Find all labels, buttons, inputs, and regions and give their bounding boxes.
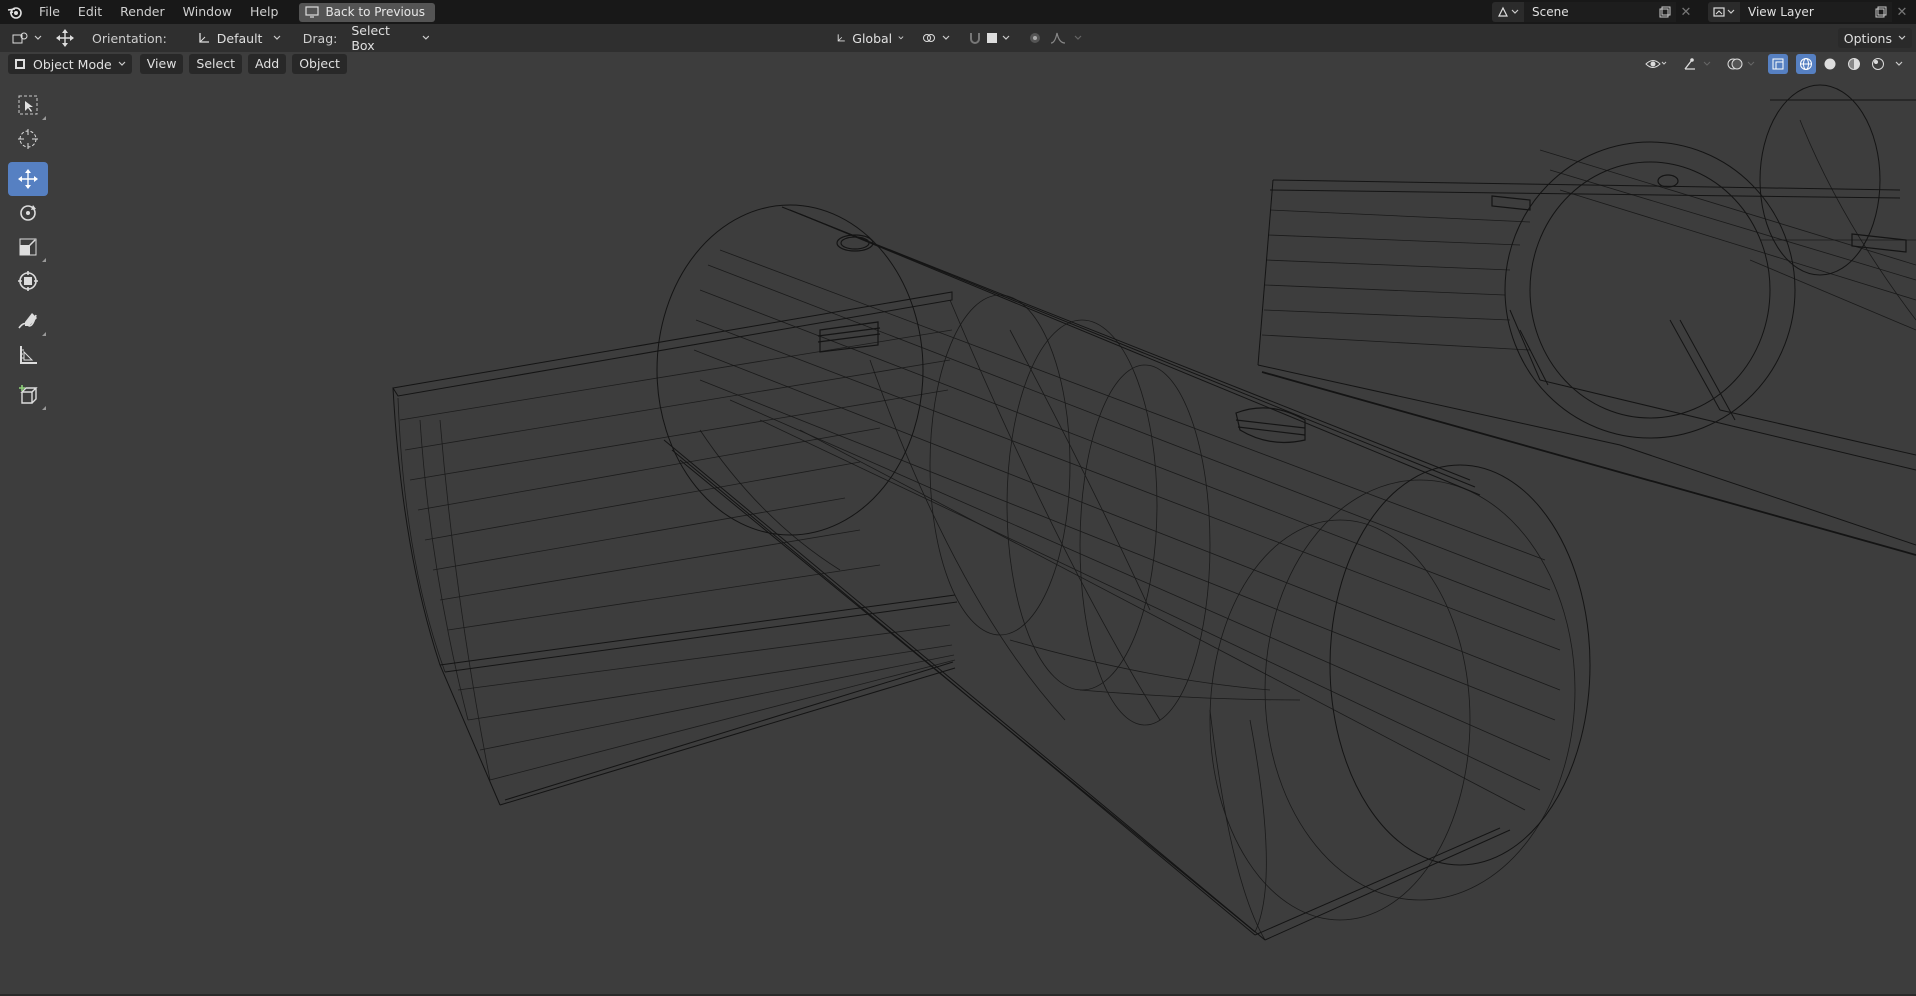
pivot-point-dropdown[interactable] bbox=[916, 28, 956, 48]
drag-label: Drag: bbox=[302, 30, 338, 46]
new-scene-icon[interactable] bbox=[1654, 2, 1676, 22]
rendered-shading-icon[interactable] bbox=[1868, 54, 1888, 74]
global-axes-icon bbox=[837, 34, 845, 42]
scale-tool-icon[interactable] bbox=[8, 230, 48, 264]
view-menu[interactable]: View bbox=[139, 54, 184, 74]
back-to-previous-label: Back to Previous bbox=[325, 5, 425, 19]
chevron-down-icon bbox=[1898, 35, 1906, 40]
gizmo-toggle-icon[interactable] bbox=[1680, 54, 1714, 74]
proportional-edit-icon bbox=[1030, 33, 1040, 43]
scene-selector[interactable]: Scene ✕ bbox=[1492, 2, 1696, 22]
viewport-editor-icon bbox=[12, 32, 28, 44]
axes-icon bbox=[199, 33, 209, 43]
wireframe-shading-icon[interactable] bbox=[1796, 54, 1816, 74]
transform-tool-icon[interactable] bbox=[48, 28, 82, 48]
transform-tool-icon[interactable] bbox=[8, 264, 48, 298]
move-tool-icon[interactable] bbox=[8, 162, 48, 196]
add-cube-tool-icon[interactable] bbox=[8, 378, 48, 412]
object-mode-dropdown[interactable]: Object Mode bbox=[8, 54, 132, 74]
proportional-editing-toggle[interactable] bbox=[1022, 28, 1088, 48]
chevron-down-icon bbox=[422, 35, 429, 40]
material-preview-icon[interactable] bbox=[1844, 54, 1864, 74]
tool-variants-indicator bbox=[42, 332, 46, 336]
chevron-down-icon bbox=[118, 61, 126, 66]
left-toolbar bbox=[8, 88, 48, 412]
menu-render[interactable]: Render bbox=[111, 0, 174, 24]
measure-tool-icon[interactable] bbox=[8, 338, 48, 372]
chevron-down-icon bbox=[1002, 35, 1010, 40]
chevron-down-icon bbox=[273, 35, 281, 40]
view-layer-selector[interactable]: View Layer ✕ bbox=[1708, 2, 1912, 22]
tool-variants-indicator bbox=[42, 258, 46, 262]
object-mode-label: Object Mode bbox=[33, 56, 112, 72]
transform-orientation-dropdown[interactable]: Global bbox=[830, 28, 910, 48]
scene-name-field[interactable]: Scene bbox=[1524, 2, 1654, 22]
viewport-wireframe[interactable] bbox=[0, 0, 1916, 996]
object-mode-icon bbox=[15, 59, 25, 69]
magnet-icon bbox=[970, 33, 980, 44]
chevron-down-icon bbox=[1074, 35, 1082, 40]
xray-toggle-icon[interactable] bbox=[1768, 54, 1788, 74]
chevron-down-icon bbox=[34, 35, 42, 40]
solid-shading-icon[interactable] bbox=[1820, 54, 1840, 74]
screen-icon bbox=[305, 6, 320, 18]
transform-orientation-value: Global bbox=[852, 30, 893, 46]
drag-value: Select Box bbox=[351, 23, 390, 53]
snap-element-icon bbox=[987, 33, 997, 43]
view-layer-field[interactable]: View Layer bbox=[1740, 2, 1870, 22]
shading-options-chevron-icon[interactable] bbox=[1892, 54, 1906, 74]
snap-toggle[interactable] bbox=[962, 28, 1016, 48]
tool-variants-indicator bbox=[42, 116, 46, 120]
orientation-label: Orientation: bbox=[92, 30, 167, 46]
view-layer-icon[interactable] bbox=[1708, 2, 1740, 22]
select-box-tool-icon[interactable] bbox=[8, 88, 48, 122]
object-menu[interactable]: Object bbox=[292, 54, 347, 74]
overlays-icon[interactable] bbox=[1724, 54, 1758, 74]
drag-dropdown[interactable]: Select Box bbox=[345, 23, 435, 53]
scene-icon[interactable] bbox=[1492, 2, 1524, 22]
rotate-tool-icon[interactable] bbox=[8, 196, 48, 230]
remove-view-layer-icon[interactable]: ✕ bbox=[1892, 2, 1912, 22]
options-label: Options bbox=[1843, 30, 1892, 46]
select-menu[interactable]: Select bbox=[189, 54, 242, 74]
viewport-header: Object Mode View Select Add Object bbox=[0, 52, 1916, 76]
menu-help[interactable]: Help bbox=[241, 0, 288, 24]
menu-window[interactable]: Window bbox=[174, 0, 241, 24]
top-bar: File Edit Render Window Help Back to Pre… bbox=[0, 0, 1916, 24]
pivot-icon bbox=[923, 34, 935, 42]
back-to-previous-button[interactable]: Back to Previous bbox=[299, 2, 435, 22]
options-dropdown[interactable]: Options bbox=[1837, 28, 1912, 48]
remove-scene-icon[interactable]: ✕ bbox=[1676, 2, 1696, 22]
editor-type-dropdown[interactable] bbox=[6, 28, 48, 48]
blender-logo-icon[interactable] bbox=[0, 0, 30, 24]
orientation-dropdown[interactable]: Default bbox=[191, 28, 287, 48]
tool-variants-indicator bbox=[42, 406, 46, 410]
new-view-layer-icon[interactable] bbox=[1870, 2, 1892, 22]
chevron-down-icon bbox=[898, 36, 904, 40]
menu-edit[interactable]: Edit bbox=[69, 0, 111, 24]
menu-file[interactable]: File bbox=[30, 0, 69, 24]
chevron-down-icon bbox=[942, 35, 950, 40]
add-menu[interactable]: Add bbox=[247, 54, 287, 74]
annotate-tool-icon[interactable] bbox=[8, 304, 48, 338]
cursor-tool-icon[interactable] bbox=[8, 122, 48, 156]
orientation-value: Default bbox=[216, 30, 263, 46]
falloff-curve-icon bbox=[1050, 32, 1066, 44]
visibility-eye-icon[interactable] bbox=[1642, 54, 1670, 74]
tool-header: Orientation: Default Drag: Select Box Gl… bbox=[0, 23, 1916, 53]
